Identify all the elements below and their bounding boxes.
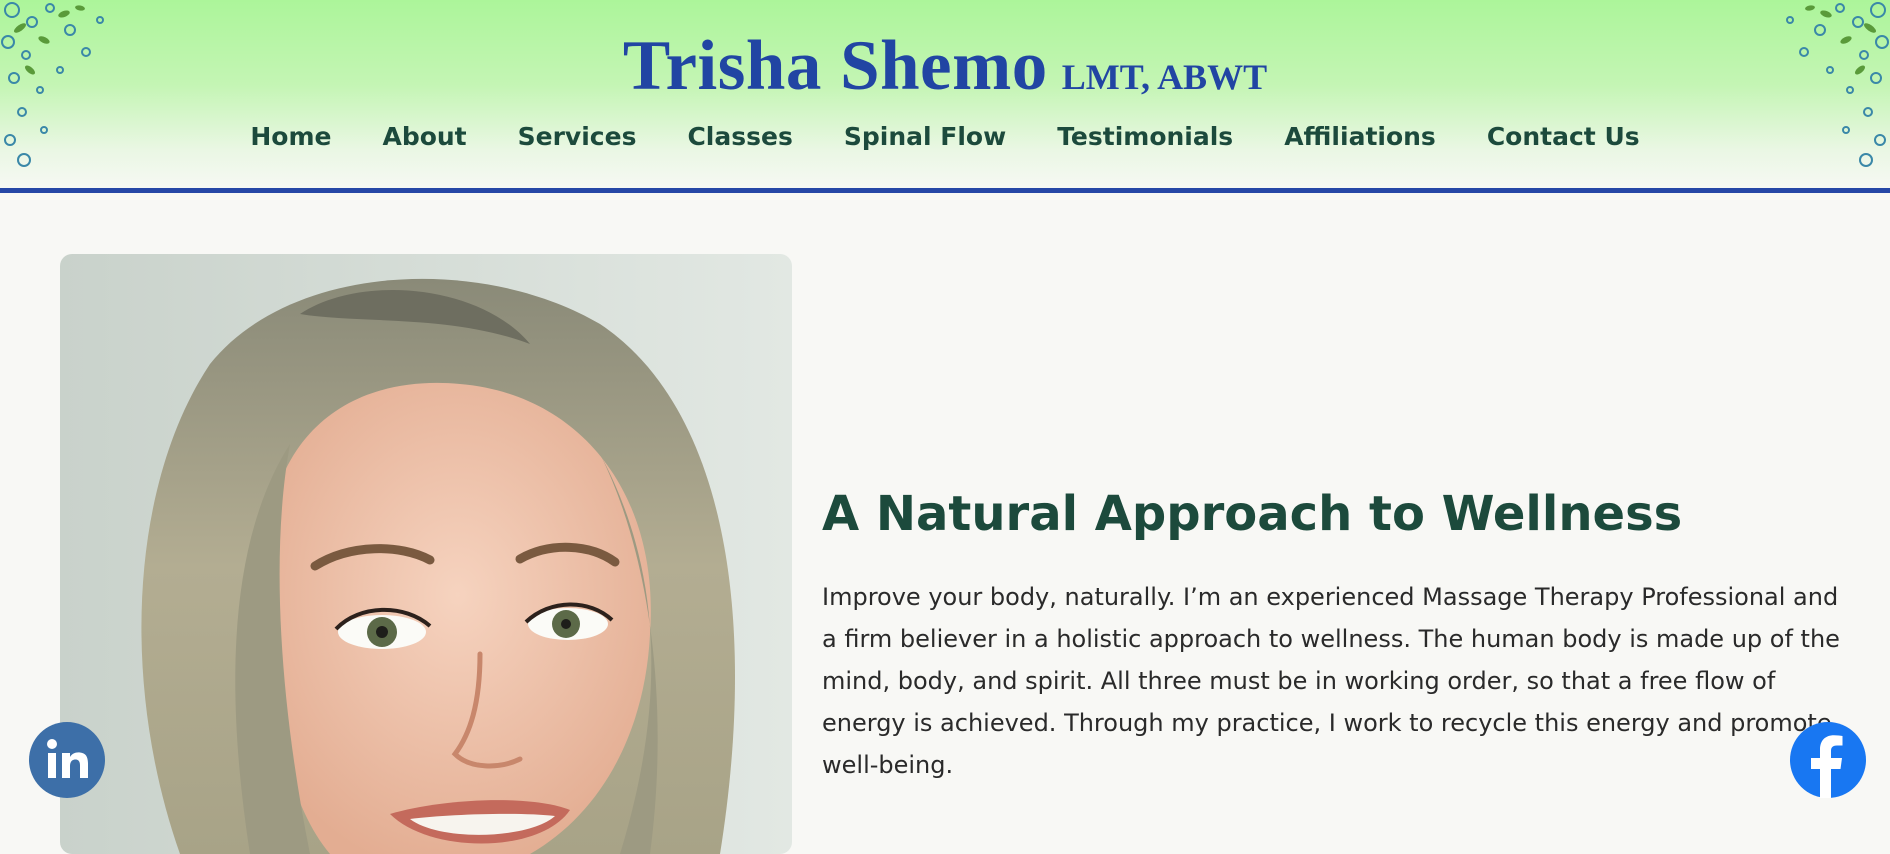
linkedin-icon bbox=[47, 739, 88, 778]
nav-testimonials[interactable]: Testimonials bbox=[1057, 122, 1233, 151]
site-title[interactable]: Trisha Shemo LMT, ABWT bbox=[0, 26, 1890, 107]
nav-affiliations[interactable]: Affiliations bbox=[1284, 122, 1436, 151]
portrait-photo bbox=[60, 254, 792, 854]
nav-home[interactable]: Home bbox=[250, 122, 331, 151]
facebook-icon bbox=[1811, 735, 1843, 798]
nav-contact-us[interactable]: Contact Us bbox=[1487, 122, 1640, 151]
hero-body: Improve your body, naturally. I’m an exp… bbox=[822, 583, 1840, 779]
nav-classes[interactable]: Classes bbox=[687, 122, 792, 151]
linkedin-button[interactable] bbox=[29, 722, 105, 798]
nav-spinal-flow[interactable]: Spinal Flow bbox=[844, 122, 1006, 151]
facebook-button[interactable] bbox=[1790, 722, 1866, 798]
hero-heading: A Natural Approach to Wellness bbox=[822, 486, 1683, 542]
nav-about[interactable]: About bbox=[382, 122, 466, 151]
site-credentials: LMT, ABWT bbox=[1061, 57, 1268, 97]
site-name: Trisha Shemo bbox=[622, 27, 1048, 105]
nav-services[interactable]: Services bbox=[518, 122, 637, 151]
site-header: Trisha Shemo LMT, ABWT Home About Service… bbox=[0, 0, 1890, 193]
main-nav: Home About Services Classes Spinal Flow … bbox=[0, 122, 1890, 151]
